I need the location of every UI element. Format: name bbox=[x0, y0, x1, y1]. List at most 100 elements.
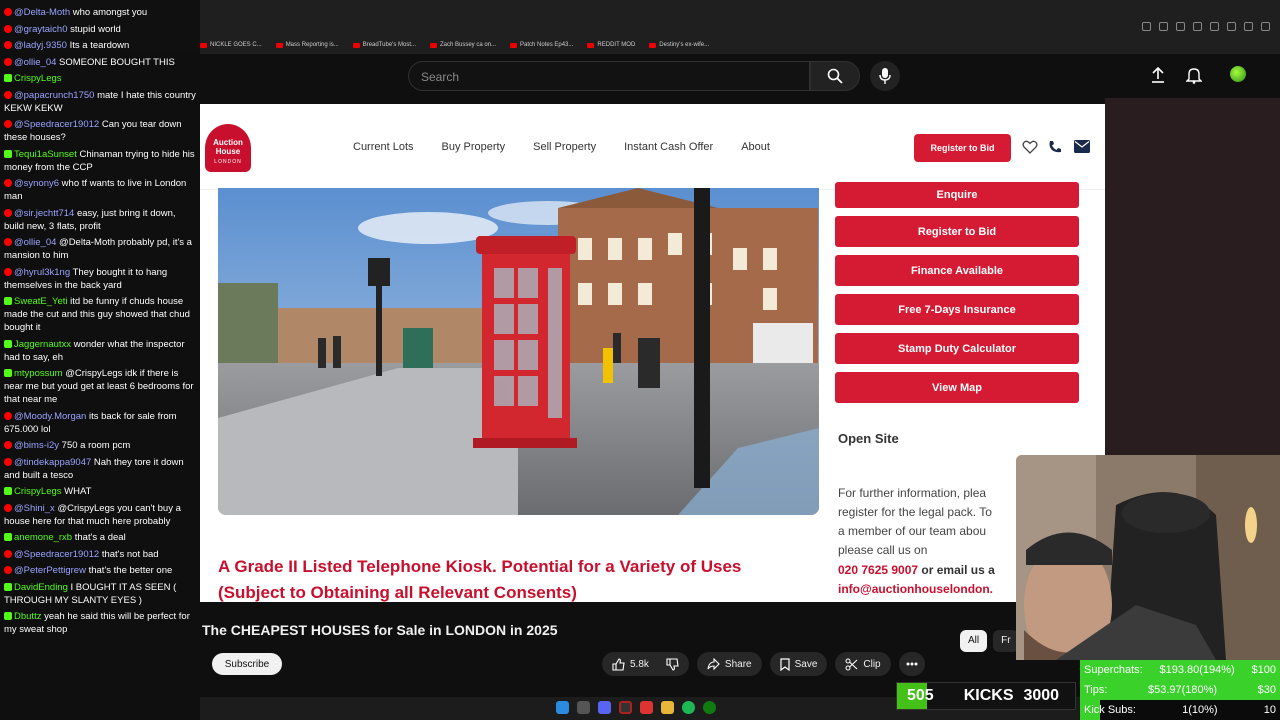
donation-stats-widget: Superchats: $193.80(194%) $100 Tips: $53.97(… bbox=[1080, 660, 1280, 720]
extension-icon[interactable] bbox=[1210, 22, 1219, 31]
bookmark-item[interactable]: NICKLE GOES C... bbox=[200, 38, 262, 52]
contact-email[interactable]: info@auctionhouselondon. bbox=[838, 582, 1018, 596]
mail-icon[interactable] bbox=[1074, 140, 1090, 153]
chip-from[interactable]: Fr bbox=[993, 630, 1019, 652]
upload-icon bbox=[1152, 66, 1164, 83]
chrome-icon[interactable] bbox=[640, 701, 653, 714]
kick-icon bbox=[4, 487, 12, 495]
bookmarks-bar: NICKLE GOES C... Mass Reporting is... Brea… bbox=[200, 38, 709, 52]
contact-phone[interactable]: 020 7625 9007 or email us a bbox=[838, 563, 995, 577]
extension-icon[interactable] bbox=[1176, 22, 1185, 31]
bookmark-item[interactable]: Patch Notes Ep43... bbox=[510, 38, 573, 52]
discord-icon[interactable] bbox=[598, 701, 611, 714]
chat-username[interactable]: @graytaich0 bbox=[14, 24, 67, 35]
xbox-icon[interactable] bbox=[703, 701, 716, 714]
register-to-bid-side-button[interactable]: Register to Bid bbox=[835, 216, 1079, 247]
extension-icon[interactable] bbox=[1244, 22, 1253, 31]
nav-buy-property[interactable]: Buy Property bbox=[442, 141, 506, 153]
phone-icon[interactable] bbox=[1048, 140, 1062, 154]
chat-username[interactable]: Dbuttz bbox=[14, 611, 41, 622]
chat-username[interactable]: CrispyLegs bbox=[14, 486, 62, 497]
extension-icon[interactable] bbox=[1227, 22, 1236, 31]
subscribe-button[interactable]: Subscribe bbox=[212, 653, 282, 675]
chat-message: @sir.jechtt714 easy, just bring it down,… bbox=[4, 207, 196, 233]
bookmark-label: Destiny's ex-wife... bbox=[659, 42, 710, 48]
chat-username[interactable]: CrispyLegs bbox=[14, 73, 62, 84]
chat-username[interactable]: @sir.jechtt714 bbox=[14, 208, 74, 219]
chat-username[interactable]: @papacrunch1750 bbox=[14, 90, 94, 101]
nav-about[interactable]: About bbox=[741, 141, 770, 153]
nav-current-lots[interactable]: Current Lots bbox=[353, 141, 414, 153]
bookmark-item[interactable]: BreadTube's Most... bbox=[352, 38, 416, 52]
search-input[interactable]: Search bbox=[408, 61, 810, 91]
bookmark-favicon-icon bbox=[352, 42, 360, 48]
save-button[interactable]: Save bbox=[769, 652, 828, 676]
extension-icon[interactable] bbox=[1142, 22, 1151, 31]
bookmark-item[interactable]: REDDIT MOD bbox=[587, 38, 635, 52]
search-button[interactable] bbox=[810, 61, 860, 91]
like-button[interactable]: 5.8k bbox=[602, 652, 689, 676]
stamp-duty-calculator-button[interactable]: Stamp Duty Calculator bbox=[835, 333, 1079, 364]
chat-username[interactable]: DavidEnding bbox=[14, 582, 68, 593]
more-actions-button[interactable] bbox=[898, 652, 925, 676]
chat-username[interactable]: @bims-i2y bbox=[14, 440, 59, 451]
chat-text: 750 a room pcm bbox=[61, 440, 131, 451]
register-to-bid-button[interactable]: Register to Bid bbox=[914, 134, 1011, 162]
thumbs-down-icon[interactable] bbox=[666, 657, 679, 671]
chat-username[interactable]: SweatE_Yeti bbox=[14, 296, 68, 307]
nav-instant-cash-offer[interactable]: Instant Cash Offer bbox=[624, 141, 713, 153]
chat-message: @Delta-Moth who amongst you bbox=[4, 6, 196, 19]
bookmark-item[interactable]: Mass Reporting is... bbox=[275, 38, 339, 52]
chat-username[interactable]: Tequi1aSunset bbox=[14, 149, 77, 160]
stat-value: $53.97(180%) bbox=[1147, 684, 1218, 696]
chat-username[interactable]: @PeterPettigrew bbox=[14, 565, 86, 576]
view-map-button[interactable]: View Map bbox=[835, 372, 1079, 403]
clip-button[interactable]: Clip bbox=[835, 652, 891, 676]
voice-search-button[interactable] bbox=[870, 61, 900, 91]
extension-icon[interactable] bbox=[1159, 22, 1168, 31]
notifications-button[interactable] bbox=[1185, 66, 1203, 89]
free-insurance-button[interactable]: Free 7-Days Insurance bbox=[835, 294, 1079, 325]
chat-username[interactable]: @Speedracer19012 bbox=[14, 119, 99, 130]
kicks-goal: 3000 bbox=[1023, 687, 1060, 704]
chat-message: @ollie_04 SOMEONE BOUGHT THIS bbox=[4, 56, 196, 69]
chat-username[interactable]: @Delta-Moth bbox=[14, 7, 70, 18]
listing-title: A Grade II Listed Telephone Kiosk. Poten… bbox=[218, 557, 742, 602]
chat-username[interactable]: @Shini_x bbox=[14, 503, 55, 514]
search-taskbar-icon[interactable] bbox=[577, 701, 590, 714]
extension-icon[interactable] bbox=[1261, 22, 1270, 31]
chat-username[interactable]: @tindekappa9047 bbox=[14, 457, 91, 468]
chat-message: @synony6 who tf wants to live in London … bbox=[4, 177, 196, 203]
bookmark-item[interactable]: Destiny's ex-wife... bbox=[649, 38, 709, 52]
chip-all[interactable]: All bbox=[960, 630, 988, 652]
chat-username[interactable]: @synony6 bbox=[14, 178, 59, 189]
video-player[interactable]: Auction House LONDON Current Lots Buy Pr… bbox=[200, 104, 1105, 602]
avatar[interactable] bbox=[1230, 66, 1246, 82]
chat-text: Its a teardown bbox=[69, 40, 130, 51]
spotify-icon[interactable] bbox=[682, 701, 695, 714]
chat-username[interactable]: @ladyj.9350 bbox=[14, 40, 67, 51]
stream-chat: @Delta-Moth who amongst you @graytaich0 s… bbox=[0, 0, 200, 720]
bookmark-item[interactable]: Zach Bussey ca on... bbox=[430, 38, 496, 52]
chat-username[interactable]: Jaggernautxx bbox=[14, 339, 71, 350]
chat-username[interactable]: @ollie_04 bbox=[14, 237, 56, 248]
enquire-button[interactable]: Enquire bbox=[835, 182, 1079, 208]
heart-icon[interactable] bbox=[1022, 140, 1038, 154]
extension-icon[interactable] bbox=[1193, 22, 1202, 31]
chat-username[interactable]: mtypossum bbox=[14, 368, 63, 379]
chat-username[interactable]: @hyrul3k1ng bbox=[14, 267, 70, 278]
video-title: The CHEAPEST HOUSES for Sale in LONDON i… bbox=[202, 622, 558, 638]
stat-goal: $100 bbox=[1251, 664, 1276, 676]
create-button[interactable] bbox=[1150, 66, 1166, 89]
file-explorer-icon[interactable] bbox=[661, 701, 674, 714]
chat-message: @Moody.Morgan its back for sale from 675… bbox=[4, 410, 196, 436]
nav-sell-property[interactable]: Sell Property bbox=[533, 141, 596, 153]
share-button[interactable]: Share bbox=[696, 652, 762, 676]
windows-start-icon[interactable] bbox=[556, 701, 569, 714]
chat-username[interactable]: anemone_rxb bbox=[14, 532, 72, 543]
chat-username[interactable]: @Moody.Morgan bbox=[14, 411, 86, 422]
obs-icon[interactable] bbox=[619, 701, 632, 714]
chat-username[interactable]: @Speedracer19012 bbox=[14, 549, 99, 560]
chat-username[interactable]: @ollie_04 bbox=[14, 57, 56, 68]
finance-available-button[interactable]: Finance Available bbox=[835, 255, 1079, 286]
